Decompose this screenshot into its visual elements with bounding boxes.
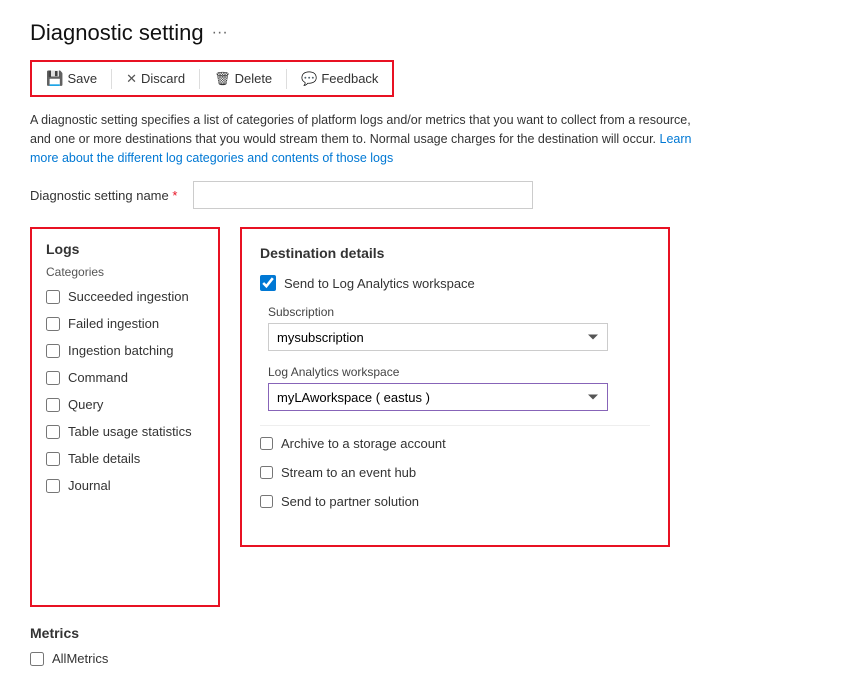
- toolbar-divider-2: [199, 69, 200, 89]
- save-icon: [46, 70, 63, 87]
- metrics-title: Metrics: [30, 625, 220, 641]
- save-button[interactable]: Save: [38, 66, 105, 91]
- stream-event-hub-checkbox[interactable]: [260, 466, 273, 479]
- logs-categories-label: Categories: [46, 265, 204, 279]
- partner-solution-label: Send to partner solution: [281, 494, 419, 509]
- log-label-query: Query: [68, 397, 103, 412]
- delete-label: Delete: [235, 71, 273, 86]
- metrics-item-allmetrics[interactable]: AllMetrics: [30, 651, 220, 666]
- log-item-table-details[interactable]: Table details: [46, 451, 204, 466]
- partner-solution-row[interactable]: Send to partner solution: [260, 494, 650, 509]
- log-label-ingestion-batching: Ingestion batching: [68, 343, 174, 358]
- workspace-label: Log Analytics workspace: [268, 365, 650, 379]
- log-label-command: Command: [68, 370, 128, 385]
- log-item-failed-ingestion[interactable]: Failed ingestion: [46, 316, 204, 331]
- save-label: Save: [67, 71, 97, 86]
- logs-title: Logs: [46, 241, 204, 257]
- log-checkbox-succeeded-ingestion[interactable]: [46, 290, 60, 304]
- send-to-log-analytics-row[interactable]: Send to Log Analytics workspace: [260, 275, 650, 291]
- toolbar: Save Discard Delete Feedback: [30, 60, 394, 97]
- subscription-select[interactable]: mysubscription: [268, 323, 608, 351]
- setting-name-row: Diagnostic setting name *: [30, 181, 812, 209]
- subscription-label: Subscription: [268, 305, 650, 319]
- log-label-failed-ingestion: Failed ingestion: [68, 316, 159, 331]
- required-marker: *: [172, 188, 177, 203]
- toolbar-divider-1: [111, 69, 112, 89]
- feedback-label: Feedback: [321, 71, 378, 86]
- log-checkbox-journal[interactable]: [46, 479, 60, 493]
- setting-name-input[interactable]: [193, 181, 533, 209]
- main-content: Logs Categories Succeeded ingestion Fail…: [30, 227, 812, 678]
- log-item-command[interactable]: Command: [46, 370, 204, 385]
- logs-panel-border: Logs Categories Succeeded ingestion Fail…: [30, 227, 220, 607]
- log-checkbox-command[interactable]: [46, 371, 60, 385]
- log-checkbox-ingestion-batching[interactable]: [46, 344, 60, 358]
- page-title: Diagnostic setting ···: [30, 20, 812, 46]
- destination-panel: Destination details Send to Log Analytic…: [240, 227, 670, 547]
- log-item-query[interactable]: Query: [46, 397, 204, 412]
- feedback-icon: [301, 71, 317, 87]
- workspace-select[interactable]: myLAworkspace ( eastus ): [268, 383, 608, 411]
- log-item-journal[interactable]: Journal: [46, 478, 204, 493]
- log-checkbox-table-usage-statistics[interactable]: [46, 425, 60, 439]
- workspace-select-wrapper[interactable]: myLAworkspace ( eastus ): [268, 383, 608, 411]
- log-checkbox-failed-ingestion[interactable]: [46, 317, 60, 331]
- stream-event-hub-row[interactable]: Stream to an event hub: [260, 465, 650, 480]
- log-item-succeeded-ingestion[interactable]: Succeeded ingestion: [46, 289, 204, 304]
- discard-icon: [126, 71, 137, 87]
- title-text: Diagnostic setting: [30, 20, 204, 46]
- discard-label: Discard: [141, 71, 185, 86]
- partner-solution-checkbox[interactable]: [260, 495, 273, 508]
- archive-storage-checkbox[interactable]: [260, 437, 273, 450]
- toolbar-divider-3: [286, 69, 287, 89]
- description-text: A diagnostic setting specifies a list of…: [30, 111, 710, 167]
- stream-event-hub-label: Stream to an event hub: [281, 465, 416, 480]
- separator-1: [260, 425, 650, 426]
- send-to-log-analytics-label: Send to Log Analytics workspace: [284, 276, 475, 291]
- metrics-label-allmetrics: AllMetrics: [52, 651, 108, 666]
- subscription-select-wrapper[interactable]: mysubscription: [268, 323, 608, 351]
- log-label-journal: Journal: [68, 478, 111, 493]
- log-checkbox-table-details[interactable]: [46, 452, 60, 466]
- discard-button[interactable]: Discard: [118, 67, 193, 91]
- log-label-table-details: Table details: [68, 451, 140, 466]
- ellipsis-menu-icon[interactable]: ···: [212, 24, 228, 42]
- metrics-checkbox-allmetrics[interactable]: [30, 652, 44, 666]
- feedback-button[interactable]: Feedback: [293, 67, 386, 91]
- metrics-section: Metrics AllMetrics: [30, 625, 220, 666]
- archive-storage-label: Archive to a storage account: [281, 436, 446, 451]
- destination-title: Destination details: [260, 245, 650, 261]
- delete-icon: [214, 71, 231, 87]
- logs-panel: Logs Categories Succeeded ingestion Fail…: [30, 227, 220, 678]
- log-label-succeeded-ingestion: Succeeded ingestion: [68, 289, 189, 304]
- workspace-field-group: Log Analytics workspace myLAworkspace ( …: [268, 365, 650, 411]
- delete-button[interactable]: Delete: [206, 67, 280, 91]
- setting-name-label: Diagnostic setting name *: [30, 188, 177, 203]
- log-item-table-usage-statistics[interactable]: Table usage statistics: [46, 424, 204, 439]
- log-checkbox-query[interactable]: [46, 398, 60, 412]
- log-item-ingestion-batching[interactable]: Ingestion batching: [46, 343, 204, 358]
- log-label-table-usage-statistics: Table usage statistics: [68, 424, 192, 439]
- send-to-log-analytics-checkbox[interactable]: [260, 275, 276, 291]
- subscription-field-group: Subscription mysubscription: [268, 305, 650, 351]
- archive-storage-row[interactable]: Archive to a storage account: [260, 436, 650, 451]
